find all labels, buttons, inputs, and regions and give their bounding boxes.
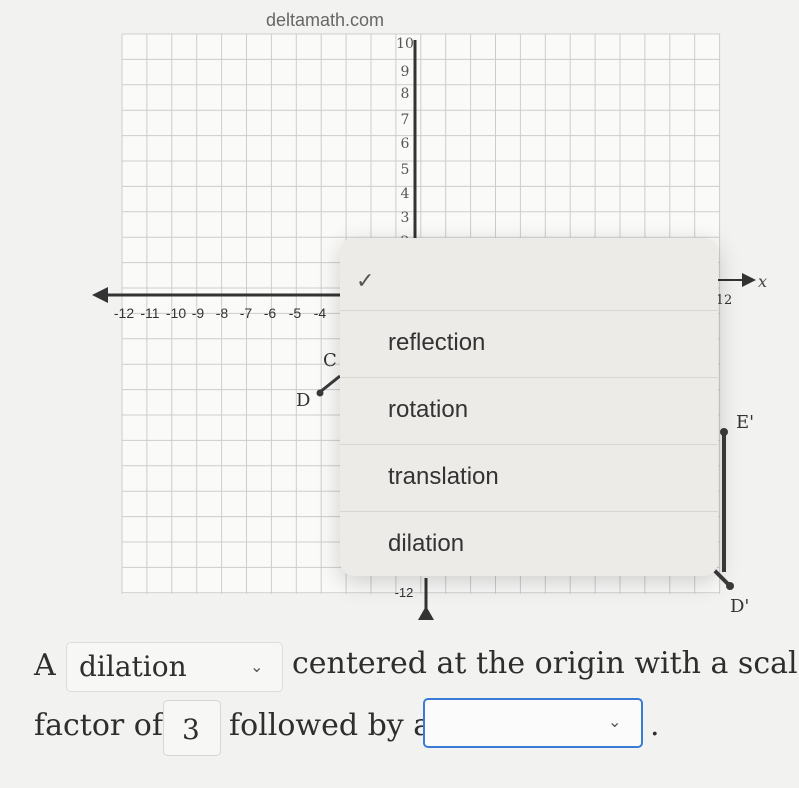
option-dilation[interactable]: dilation xyxy=(340,512,718,576)
point-e-prime xyxy=(720,428,728,436)
sentence-text-2: factor of xyxy=(34,708,163,743)
option-reflection[interactable]: reflection xyxy=(340,311,718,378)
point-d-prime xyxy=(726,582,734,590)
y-tick-label: 3 xyxy=(401,210,410,226)
transform-select-value: dilation xyxy=(79,650,187,683)
y-tick-label: 6 xyxy=(401,136,410,152)
y-tick-label: 5 xyxy=(401,162,410,178)
x-tick-label-right: 12 xyxy=(716,293,733,308)
point-label-d: D xyxy=(296,390,310,411)
option-label: translation xyxy=(388,463,499,490)
y-tick-label: 7 xyxy=(401,112,410,128)
sentence-period: . xyxy=(650,708,660,743)
y-tick-label: 9 xyxy=(401,64,410,80)
option-label: rotation xyxy=(388,396,469,423)
point-d xyxy=(316,389,324,397)
chevron-down-icon: ⌄ xyxy=(250,657,264,676)
dropdown-selected-row[interactable]: ✓ xyxy=(340,238,718,311)
y-axis-arrow-down xyxy=(418,606,434,620)
option-label: dilation xyxy=(388,530,465,557)
x-tick-label: -5 xyxy=(289,305,302,321)
x-tick-label: -9 xyxy=(192,305,205,321)
y-tick-label: 4 xyxy=(401,186,410,202)
scale-factor-input[interactable]: 3 xyxy=(163,700,221,756)
point-label-d-prime: D' xyxy=(730,596,749,617)
x-axis-arrow-right xyxy=(742,273,756,287)
second-transform-select[interactable]: ⌄ xyxy=(423,698,643,748)
point-label-e-prime: E' xyxy=(736,412,754,433)
option-translation[interactable]: translation xyxy=(340,445,718,512)
x-tick-label: -11 xyxy=(140,305,159,321)
y-tick-label: 10 xyxy=(396,36,414,52)
transform-dropdown-menu: ✓ reflection rotation translation dilati… xyxy=(340,238,718,576)
x-tick-label: -4 xyxy=(314,305,327,321)
scale-factor-value: 3 xyxy=(182,713,200,746)
checkmark-icon: ✓ xyxy=(356,268,375,293)
y-tick-label-bottom: -12 xyxy=(395,585,414,600)
x-tick-label: -6 xyxy=(264,305,277,321)
transform-select[interactable]: dilation ⌄ xyxy=(66,642,283,692)
x-tick-label: -12 xyxy=(114,305,134,321)
option-label: reflection xyxy=(388,329,486,356)
sentence-text-1: centered at the origin with a scale xyxy=(292,646,799,681)
point-label-c: C xyxy=(323,350,337,371)
option-rotation[interactable]: rotation xyxy=(340,378,718,445)
x-tick-label: -8 xyxy=(216,305,229,321)
sentence-text-3: followed by a xyxy=(229,708,432,743)
sentence-word-a: A xyxy=(34,648,56,683)
chevron-down-icon: ⌄ xyxy=(608,712,622,731)
x-tick-label: -10 xyxy=(166,305,186,321)
x-tick-label: -7 xyxy=(240,305,253,321)
x-axis-name: x xyxy=(758,272,767,291)
y-tick-label: 8 xyxy=(401,86,410,102)
x-axis-arrow-left xyxy=(92,287,108,303)
